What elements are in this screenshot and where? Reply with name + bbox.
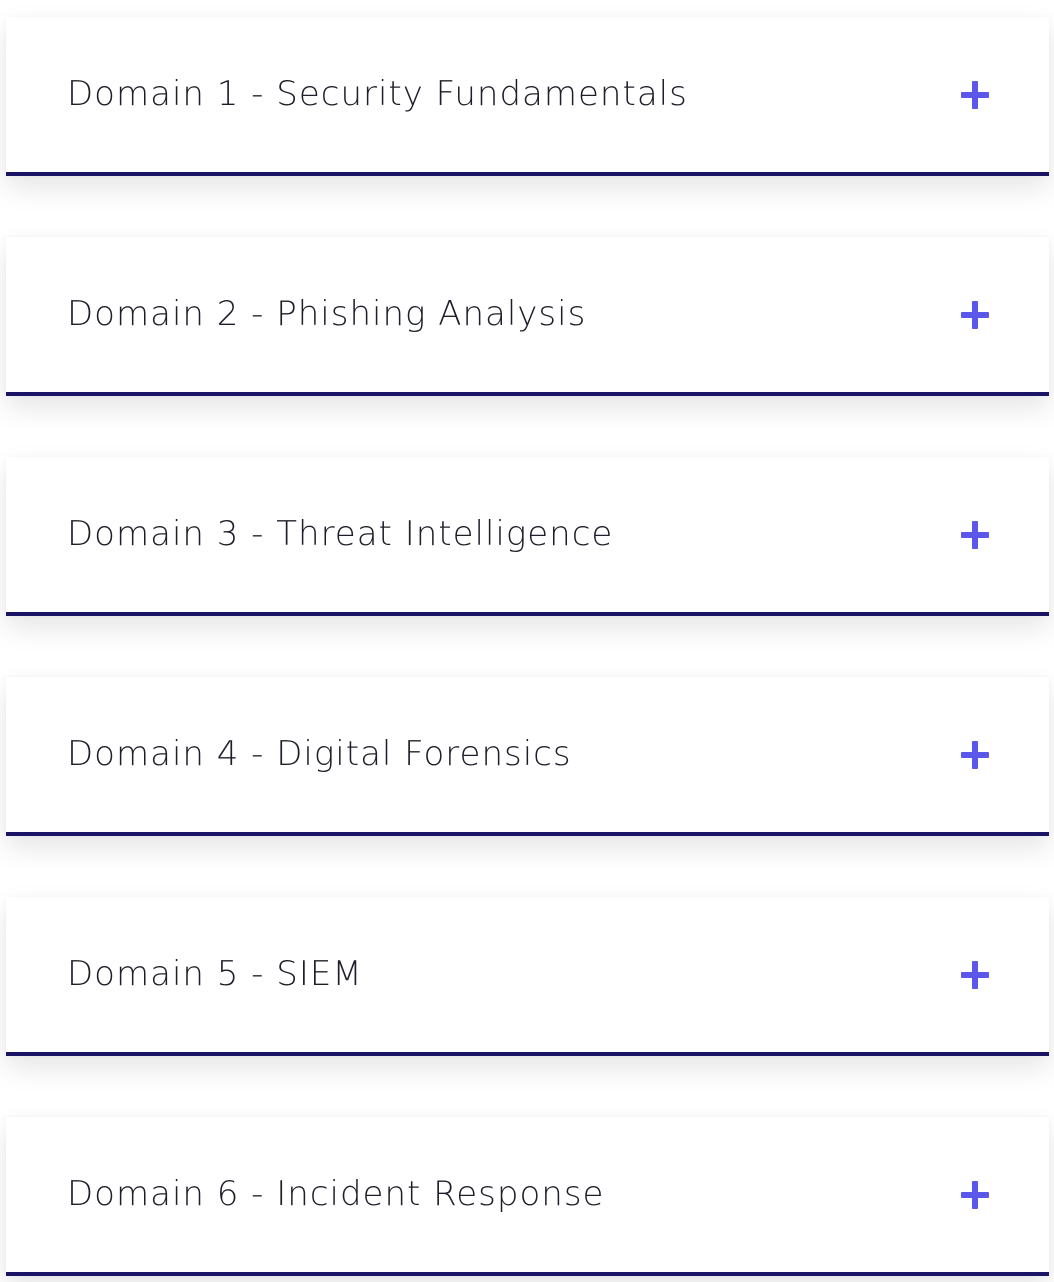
accordion-item-domain-4[interactable]: Domain 4 - Digital Forensics bbox=[6, 677, 1049, 836]
accordion-item-domain-5[interactable]: Domain 5 - SIEM bbox=[6, 897, 1049, 1056]
plus-icon[interactable] bbox=[961, 81, 989, 109]
accordion-item-title: Domain 6 - Incident Response bbox=[67, 1174, 605, 1214]
accordion-item-title: Domain 2 - Phishing Analysis bbox=[67, 294, 587, 334]
accordion-item-title: Domain 5 - SIEM bbox=[67, 954, 363, 994]
plus-icon[interactable] bbox=[961, 301, 989, 329]
accordion-item-domain-2[interactable]: Domain 2 - Phishing Analysis bbox=[6, 237, 1049, 396]
accordion-item-title: Domain 1 - Security Fundamentals bbox=[67, 74, 688, 114]
plus-icon[interactable] bbox=[961, 961, 989, 989]
accordion-item-domain-6[interactable]: Domain 6 - Incident Response bbox=[6, 1117, 1049, 1276]
accordion-item-title: Domain 3 - Threat Intelligence bbox=[67, 514, 614, 554]
accordion-item-domain-3[interactable]: Domain 3 - Threat Intelligence bbox=[6, 457, 1049, 616]
plus-icon[interactable] bbox=[961, 741, 989, 769]
domain-accordion: Domain 1 - Security Fundamentals Domain … bbox=[0, 0, 1054, 1282]
accordion-item-title: Domain 4 - Digital Forensics bbox=[67, 734, 572, 774]
accordion-item-domain-1[interactable]: Domain 1 - Security Fundamentals bbox=[6, 17, 1049, 176]
plus-icon[interactable] bbox=[961, 521, 989, 549]
plus-icon[interactable] bbox=[961, 1181, 989, 1209]
